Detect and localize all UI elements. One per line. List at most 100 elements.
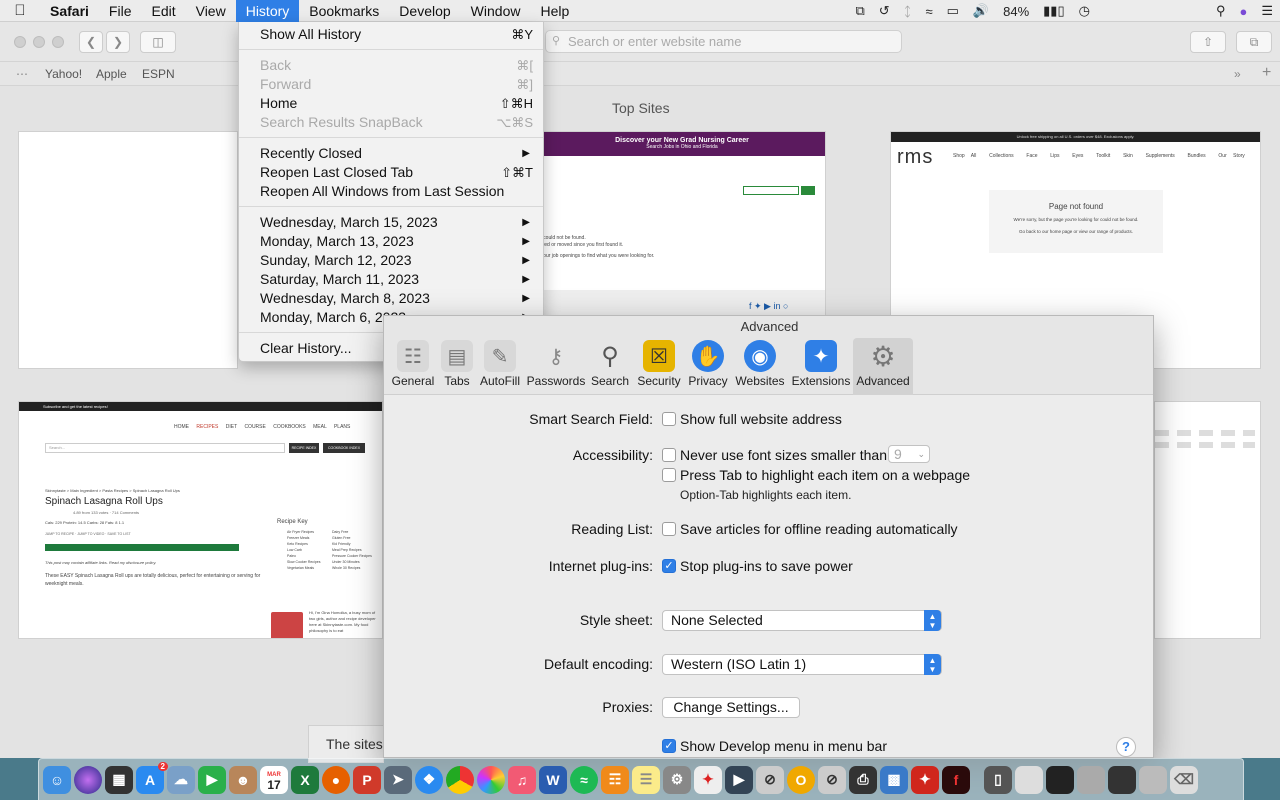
history-date-item[interactable]: Saturday, March 11, 2023 ▶: [239, 270, 543, 289]
tab-advanced[interactable]: ⚙ Advanced: [853, 338, 913, 395]
favorite-espn[interactable]: ESPN: [142, 67, 175, 81]
history-date-item[interactable]: Sunday, March 12, 2023 ▶: [239, 251, 543, 270]
facetime-icon[interactable]: ▶: [198, 765, 226, 794]
flash-icon[interactable]: f: [942, 765, 970, 794]
menu-help[interactable]: Help: [530, 0, 579, 22]
wifi-icon[interactable]: ≈: [918, 4, 939, 19]
more-favorites-icon[interactable]: »: [1234, 67, 1241, 81]
show-develop-menu-checkbox[interactable]: ✓: [662, 739, 676, 753]
reopen-all-windows-item[interactable]: Reopen All Windows from Last Session: [239, 182, 543, 201]
show-full-address-checkbox[interactable]: [662, 412, 676, 426]
recently-closed-item[interactable]: Recently Closed ▶: [239, 144, 543, 163]
volume-icon[interactable]: 🔊: [966, 3, 996, 19]
finder-icon[interactable]: ☺: [43, 765, 71, 794]
encoding-select[interactable]: Western (ISO Latin 1) ▲ ▼: [662, 654, 942, 675]
notes-icon[interactable]: ☰: [632, 765, 660, 794]
menu-view[interactable]: View: [186, 0, 236, 22]
top-site-thumbnail-recipe[interactable]: Subscribe and get the latest recipes! HO…: [18, 401, 383, 639]
books-icon[interactable]: ☶: [601, 765, 629, 794]
min-font-size-checkbox[interactable]: [662, 448, 676, 462]
menu-window[interactable]: Window: [461, 0, 531, 22]
chrome-icon[interactable]: [446, 765, 474, 794]
favorite-apple[interactable]: Apple: [96, 67, 127, 81]
time-machine-icon[interactable]: ↺: [872, 3, 897, 19]
grid-icon[interactable]: ⋯: [16, 67, 28, 81]
bluetooth-icon[interactable]: ᛨ: [897, 4, 919, 19]
change-settings-button[interactable]: Change Settings...: [662, 697, 800, 718]
show-all-history-item[interactable]: Show All History ⌘Y: [239, 25, 543, 44]
firefox-icon[interactable]: ●: [322, 765, 350, 794]
forward-button[interactable]: ❯: [106, 31, 130, 53]
tab-passwords[interactable]: ⚷ Passwords: [526, 338, 586, 395]
notification-center-icon[interactable]: ☰: [1254, 3, 1280, 19]
safari-icon[interactable]: ❖: [415, 765, 443, 794]
phone-mirror-icon[interactable]: ▯: [984, 765, 1012, 794]
word-icon[interactable]: W: [539, 765, 567, 794]
tab-extensions[interactable]: ✦ Extensions: [788, 338, 854, 395]
history-date-item[interactable]: Wednesday, March 15, 2023 ▶: [239, 213, 543, 232]
reopen-last-tab-item[interactable]: Reopen Last Closed Tab ⇧⌘T: [239, 163, 543, 182]
preview-icon[interactable]: ☁: [167, 765, 195, 794]
contacts-icon[interactable]: ☻: [229, 765, 257, 794]
back-button[interactable]: ❮: [79, 31, 103, 53]
tab-websites[interactable]: ◉ Websites: [731, 338, 789, 395]
help-button[interactable]: ?: [1116, 737, 1136, 757]
stack-icon-3[interactable]: [1077, 765, 1105, 794]
siri-icon[interactable]: [74, 765, 102, 794]
adobe-reader-icon[interactable]: ✦: [911, 765, 939, 794]
acrobat-icon[interactable]: ✦: [694, 765, 722, 794]
new-tab-icon[interactable]: +: [1262, 64, 1271, 82]
pdf-app-icon[interactable]: P: [353, 765, 381, 794]
trash-icon[interactable]: ⌫: [1170, 765, 1198, 794]
tab-overview-button[interactable]: ⧉: [1236, 31, 1272, 53]
battery-percent[interactable]: 84%: [996, 4, 1036, 19]
min-font-size-select[interactable]: 9 ⌄: [888, 445, 930, 463]
apple-menu-icon[interactable]: : [0, 0, 40, 22]
stylesheet-select[interactable]: None Selected ▲ ▼: [662, 610, 942, 631]
tab-autofill[interactable]: ✎ AutoFill: [471, 338, 529, 395]
airplay-icon[interactable]: ▭: [940, 3, 966, 19]
stack-icon-5[interactable]: [1139, 765, 1167, 794]
siri-icon[interactable]: ●: [1232, 4, 1254, 19]
printer-icon[interactable]: ⎙: [849, 765, 877, 794]
system-preferences-icon[interactable]: ⚙: [663, 765, 691, 794]
stop-plugins-checkbox[interactable]: ✓: [662, 559, 676, 573]
launchpad-icon[interactable]: ➤: [384, 765, 412, 794]
offline-reading-checkbox[interactable]: [662, 522, 676, 536]
prohibited-icon[interactable]: ⊘: [818, 765, 846, 794]
menu-file[interactable]: File: [99, 0, 142, 22]
stack-icon-4[interactable]: [1108, 765, 1136, 794]
clock-icon[interactable]: ◷: [1072, 3, 1097, 19]
share-button[interactable]: ⇧: [1190, 31, 1226, 53]
top-site-thumbnail-placeholder[interactable]: [1154, 401, 1261, 639]
screen-share-icon[interactable]: ⧉: [848, 3, 871, 19]
spotlight-icon[interactable]: ⚲: [1209, 3, 1233, 19]
stack-icon-1[interactable]: [1015, 765, 1043, 794]
home-item[interactable]: Home ⇧⌘H: [239, 94, 543, 113]
menu-bookmarks[interactable]: Bookmarks: [299, 0, 389, 22]
tab-highlight-checkbox[interactable]: [662, 468, 676, 482]
menu-develop[interactable]: Develop: [389, 0, 460, 22]
opera-like-icon[interactable]: O: [787, 765, 815, 794]
zoom-window-button[interactable]: [52, 36, 64, 48]
menu-edit[interactable]: Edit: [141, 0, 185, 22]
spotify-icon[interactable]: ≈: [570, 765, 598, 794]
photos-icon[interactable]: [477, 765, 505, 794]
screen-capture-icon[interactable]: ▶: [725, 765, 753, 794]
battery-icon[interactable]: ▮▮▯: [1036, 3, 1071, 19]
mission-control-icon[interactable]: ▦: [105, 765, 133, 794]
music-icon[interactable]: ♫: [508, 765, 536, 794]
address-bar[interactable]: ⚲ Search or enter website name: [545, 30, 902, 53]
tab-privacy[interactable]: ✋ Privacy: [679, 338, 737, 395]
top-site-thumbnail-blank[interactable]: [18, 131, 238, 369]
stack-icon-2[interactable]: [1046, 765, 1074, 794]
blocker-icon[interactable]: ⊘: [756, 765, 784, 794]
menu-history[interactable]: History: [235, 0, 300, 22]
history-date-item[interactable]: Wednesday, March 8, 2023 ▶: [239, 289, 543, 308]
history-date-item[interactable]: Monday, March 13, 2023 ▶: [239, 232, 543, 251]
chart-app-icon[interactable]: ▩: [880, 765, 908, 794]
excel-icon[interactable]: X: [291, 765, 319, 794]
sidebar-button[interactable]: ◫: [140, 31, 176, 53]
close-window-button[interactable]: [14, 36, 26, 48]
favorite-yahoo[interactable]: Yahoo!: [45, 67, 82, 81]
